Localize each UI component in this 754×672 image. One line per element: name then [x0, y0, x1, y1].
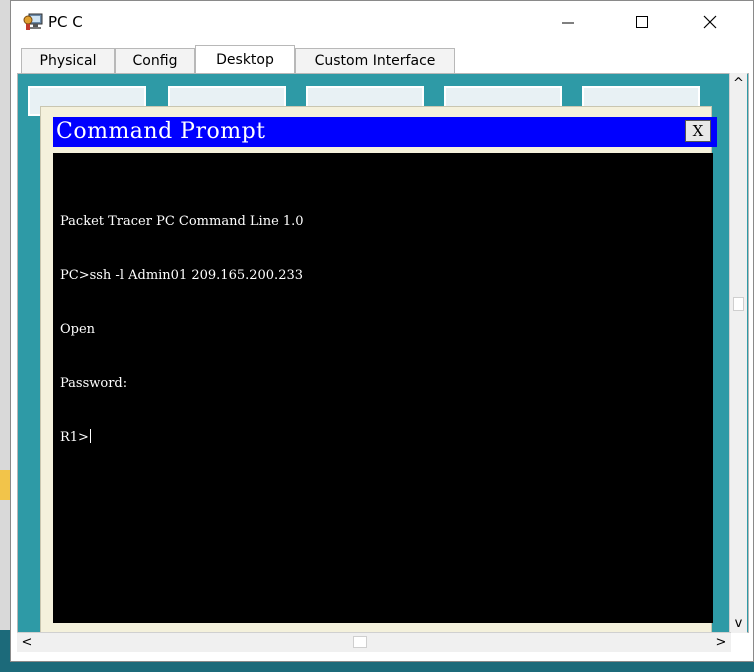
- command-prompt-titlebar: Command Prompt X: [53, 117, 717, 147]
- maximize-button[interactable]: [619, 1, 665, 43]
- command-prompt-close-button[interactable]: X: [685, 120, 711, 142]
- tab-desktop[interactable]: Desktop: [195, 45, 295, 74]
- maximize-icon: [636, 16, 648, 28]
- terminal-prompt: R1>: [60, 430, 89, 445]
- vertical-scrollbar[interactable]: ^ v: [729, 73, 747, 633]
- text-cursor: [89, 429, 91, 443]
- window-title: PC C: [48, 13, 83, 31]
- vertical-scroll-thumb[interactable]: [733, 297, 744, 311]
- minimize-button[interactable]: [545, 1, 591, 43]
- terminal-prompt-line: R1>: [60, 429, 304, 447]
- tab-config[interactable]: Config: [115, 48, 195, 73]
- pc-icon: [23, 13, 43, 30]
- command-prompt-title: Command Prompt: [56, 119, 266, 144]
- tab-bar: Physical Config Desktop Custom Interface: [17, 45, 749, 74]
- terminal-line: Password:: [60, 376, 128, 391]
- scroll-left-arrow-icon[interactable]: <: [17, 633, 37, 652]
- scroll-up-arrow-icon[interactable]: ^: [730, 73, 747, 93]
- scroll-down-arrow-icon[interactable]: v: [730, 613, 747, 633]
- horizontal-scrollbar[interactable]: < >: [17, 632, 731, 652]
- terminal-line: Open: [60, 322, 96, 337]
- terminal-line: Packet Tracer PC Command Line 1.0: [60, 214, 304, 229]
- scroll-right-arrow-icon[interactable]: >: [711, 633, 731, 652]
- title-bar: PC C: [11, 1, 753, 43]
- horizontal-scroll-thumb[interactable]: [353, 636, 367, 648]
- command-prompt-window: Command Prompt X Packet Tracer PC Comman…: [40, 106, 717, 632]
- terminal-output[interactable]: Packet Tracer PC Command Line 1.0 PC>ssh…: [53, 153, 713, 623]
- tab-physical[interactable]: Physical: [21, 48, 115, 73]
- minimize-icon: [562, 22, 574, 24]
- desktop-area: Command Prompt X Packet Tracer PC Comman…: [17, 73, 749, 633]
- pc-window: PC C Physical Config Desktop Custom Inte…: [10, 0, 754, 662]
- tab-custom-interface[interactable]: Custom Interface: [295, 48, 455, 73]
- terminal-line: PC>ssh -l Admin01 209.165.200.233: [60, 268, 304, 283]
- terminal-lines: Packet Tracer PC Command Line 1.0 PC>ssh…: [60, 177, 304, 483]
- close-icon: [703, 15, 717, 29]
- close-button[interactable]: [687, 1, 733, 43]
